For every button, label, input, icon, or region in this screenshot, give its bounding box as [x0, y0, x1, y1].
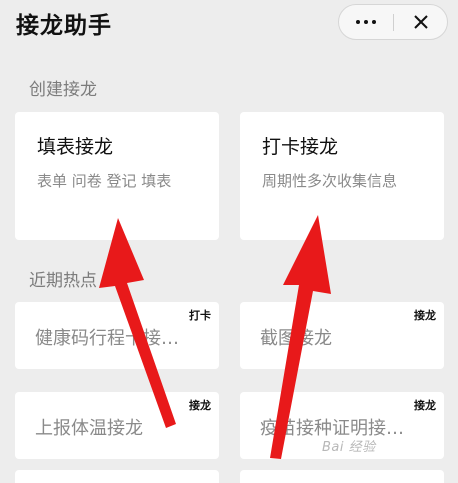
create-card-form[interactable]: 填表接龙 表单 问卷 登记 填表 — [15, 112, 219, 240]
close-button[interactable] — [394, 5, 448, 39]
more-dots-icon — [354, 20, 378, 24]
hot-item-label: 健康码行程卡接… — [35, 328, 179, 349]
section-create-label: 创建接龙 — [29, 80, 97, 100]
hot-item-tag: 接龙 — [189, 399, 211, 412]
hot-item-label: 截图接龙 — [260, 328, 332, 349]
menu-capsule — [338, 4, 448, 40]
section-hot-label: 近期热点 — [29, 271, 97, 291]
hot-item-partial[interactable] — [15, 470, 219, 483]
hot-item-tag: 接龙 — [414, 309, 436, 322]
hot-item-health-code[interactable]: 健康码行程卡接… 打卡 — [15, 302, 219, 369]
hot-item-screenshot[interactable]: 截图接龙 接龙 — [240, 302, 444, 369]
create-card-checkin[interactable]: 打卡接龙 周期性多次收集信息 — [240, 112, 444, 240]
card-desc: 周期性多次收集信息 — [262, 172, 398, 190]
card-title: 填表接龙 — [37, 136, 114, 158]
watermark: Bai 经验 — [322, 440, 376, 455]
card-title: 打卡接龙 — [262, 136, 339, 158]
app-title: 接龙助手 — [16, 13, 112, 39]
card-desc: 表单 问卷 登记 填表 — [37, 172, 172, 190]
close-icon — [414, 15, 428, 29]
top-bar: 接龙助手 — [0, 0, 458, 46]
hot-item-temperature[interactable]: 上报体温接龙 接龙 — [15, 392, 219, 459]
hot-item-partial[interactable] — [240, 470, 444, 483]
hot-item-tag: 接龙 — [414, 399, 436, 412]
hot-item-tag: 打卡 — [189, 309, 211, 322]
hot-item-label: 上报体温接龙 — [35, 418, 143, 439]
more-button[interactable] — [339, 5, 393, 39]
